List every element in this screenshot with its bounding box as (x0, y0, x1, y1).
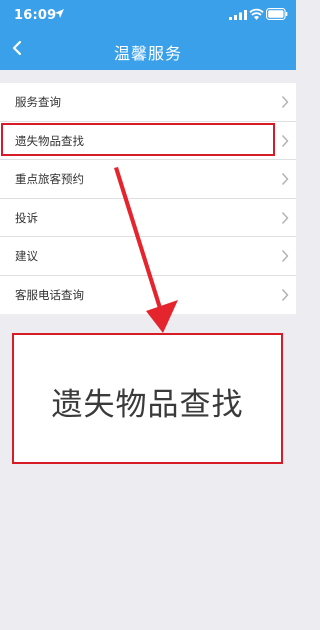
location-arrow-icon (55, 9, 64, 18)
menu-item-complaint[interactable]: 投诉 (0, 199, 296, 237)
chevron-right-icon (281, 173, 289, 185)
menu-item-service-query[interactable]: 服务查询 (0, 83, 296, 122)
battery-icon (266, 8, 288, 20)
menu-item-label: 重点旅客预约 (15, 172, 84, 186)
menu-item-label: 建议 (15, 249, 38, 263)
chevron-right-icon (281, 211, 289, 224)
menu-item-label: 客服电话查询 (15, 287, 84, 302)
zoomed-label-text: 遗失物品查找 (51, 387, 244, 423)
chevron-right-icon (281, 96, 289, 108)
status-bar: 16:09 (0, 0, 296, 28)
zoomed-label-callout: 遗失物品查找 (12, 333, 283, 464)
service-menu: 服务查询 遗失物品查找 重点旅客预约 投诉 建议 客服电话查询 (0, 83, 296, 314)
status-time: 16:09 (14, 8, 57, 23)
menu-item-label: 投诉 (15, 210, 38, 225)
menu-item-priority-passenger[interactable]: 重点旅客预约 (0, 160, 296, 199)
chevron-right-icon (281, 134, 289, 147)
menu-item-hotline-query[interactable]: 客服电话查询 (0, 276, 296, 315)
app-header: 16:09 温馨服务 (0, 0, 296, 70)
chevron-right-icon (281, 288, 289, 301)
page-title: 温馨服务 (113, 44, 182, 63)
cellular-signal-icon (229, 10, 247, 20)
menu-item-suggestion[interactable]: 建议 (0, 237, 296, 276)
nav-bar: 温馨服务 (0, 30, 296, 70)
chevron-right-icon (281, 250, 289, 262)
menu-item-label: 服务查询 (15, 95, 61, 109)
highlight-box-lost-and-found (1, 123, 275, 156)
wifi-icon (249, 8, 264, 20)
